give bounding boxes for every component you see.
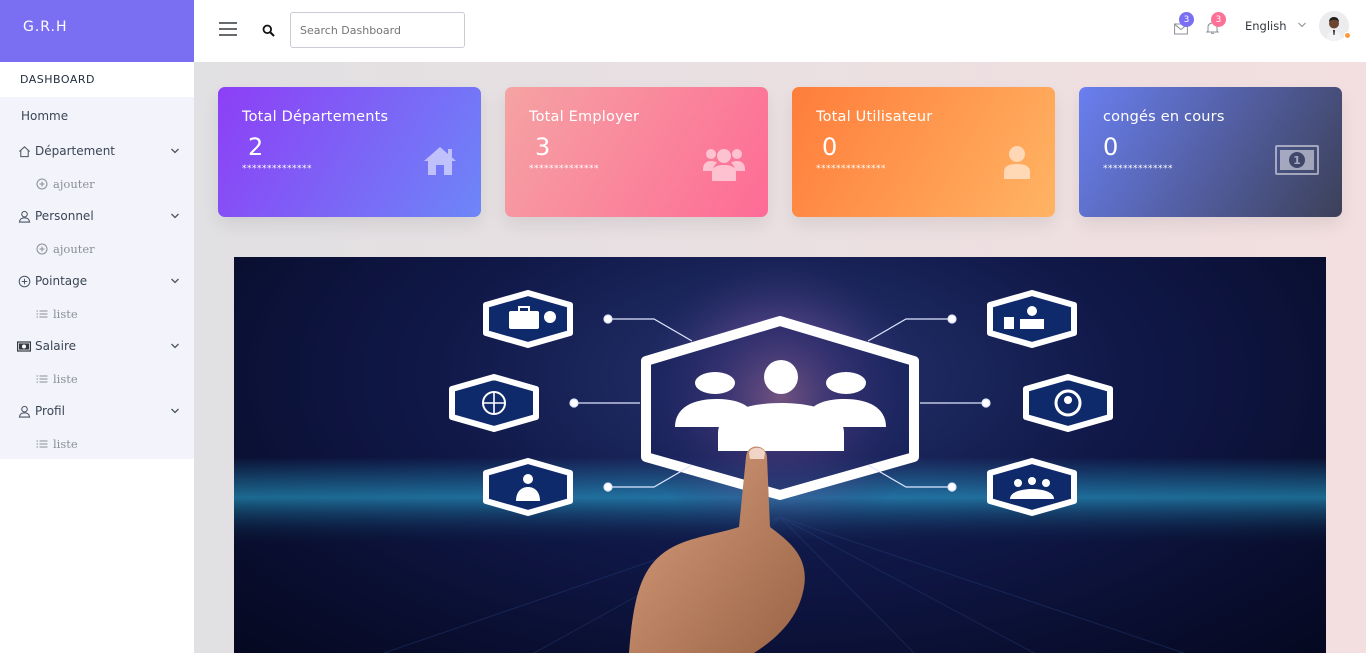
sidebar-item-salaire[interactable]: Salaire	[0, 330, 194, 362]
online-status-dot	[1344, 32, 1351, 39]
money-icon	[17, 339, 31, 353]
sidebar-item-label: Département	[35, 144, 115, 158]
stat-card-departements[interactable]: Total Départements 2 **************	[218, 87, 481, 217]
users-icon	[703, 145, 745, 187]
sidebar-item-home[interactable]: Homme	[0, 97, 194, 135]
chevron-down-icon[interactable]	[170, 275, 180, 289]
messages-count-badge: 3	[1179, 12, 1194, 27]
brand-logo[interactable]: G.R.H	[0, 0, 194, 62]
sidebar-subitem-label: liste	[53, 436, 78, 451]
language-selector[interactable]: English	[1245, 19, 1307, 33]
plus-circle-icon	[36, 178, 48, 190]
sidebar-subitem-salaire-liste[interactable]: liste	[0, 362, 194, 395]
chevron-down-icon[interactable]	[170, 340, 180, 354]
sidebar-item-label: Homme	[21, 109, 69, 123]
sidebar-subitem-profil-liste[interactable]: liste	[0, 427, 194, 460]
sidebar: DASHBOARD Homme Département ajouter Pers…	[0, 62, 194, 653]
sidebar-heading: DASHBOARD	[0, 62, 194, 97]
notifications-count-badge: 3	[1211, 12, 1226, 27]
sidebar-subitem-label: liste	[53, 306, 78, 321]
sidebar-item-label: Pointage	[35, 274, 88, 288]
sidebar-subitem-label: liste	[53, 371, 78, 386]
user-icon	[17, 209, 31, 223]
chevron-down-icon	[1297, 19, 1307, 33]
search-icon[interactable]	[262, 22, 275, 41]
language-label: English	[1245, 19, 1287, 33]
hero-illustration	[234, 257, 1326, 653]
sidebar-item-label: Personnel	[35, 209, 94, 223]
home-icon	[17, 144, 31, 158]
list-icon	[36, 309, 48, 319]
sidebar-item-personnel[interactable]: Personnel	[0, 200, 194, 232]
chevron-down-icon[interactable]	[170, 405, 180, 419]
list-icon	[36, 439, 48, 449]
stat-card-conges[interactable]: congés en cours 0 ************** 1	[1079, 87, 1342, 217]
sidebar-subitem-pointage-liste[interactable]: liste	[0, 297, 194, 330]
card-title: Total Utilisateur	[816, 109, 933, 125]
sidebar-item-label: Profil	[35, 404, 65, 418]
chevron-down-icon[interactable]	[170, 210, 180, 224]
stat-card-utilisateur[interactable]: Total Utilisateur 0 **************	[792, 87, 1055, 217]
menu-toggle-icon[interactable]	[219, 21, 237, 41]
svg-text:1: 1	[1293, 154, 1301, 167]
list-icon	[36, 374, 48, 384]
sidebar-item-profil[interactable]: Profil	[0, 395, 194, 427]
topbar: 3 3 English	[194, 0, 1366, 62]
plus-circle-icon	[36, 243, 48, 255]
sidebar-menu: DASHBOARD Homme Département ajouter Pers…	[0, 62, 194, 459]
main-content: Total Départements 2 ************** Tota…	[194, 62, 1366, 653]
user-icon	[1002, 145, 1032, 185]
sidebar-item-departement[interactable]: Département	[0, 135, 194, 167]
sidebar-subitem-personnel-ajouter[interactable]: ajouter	[0, 232, 194, 265]
sidebar-subitem-departement-ajouter[interactable]: ajouter	[0, 167, 194, 200]
card-title: Total Employer	[529, 109, 640, 125]
search-input[interactable]	[290, 12, 465, 48]
chevron-down-icon[interactable]	[170, 145, 180, 159]
sidebar-item-label: Salaire	[35, 339, 77, 353]
user-icon	[17, 404, 31, 418]
stat-card-employer[interactable]: Total Employer 3 **************	[505, 87, 768, 217]
sidebar-subitem-label: ajouter	[53, 241, 95, 256]
card-title: congés en cours	[1103, 109, 1225, 125]
sidebar-item-pointage[interactable]: Pointage	[0, 265, 194, 297]
plus-circle-icon	[17, 274, 31, 288]
card-title: Total Départements	[242, 109, 389, 125]
home-icon	[422, 145, 458, 181]
money-bill-icon: 1	[1275, 145, 1319, 179]
sidebar-subitem-label: ajouter	[53, 176, 95, 191]
